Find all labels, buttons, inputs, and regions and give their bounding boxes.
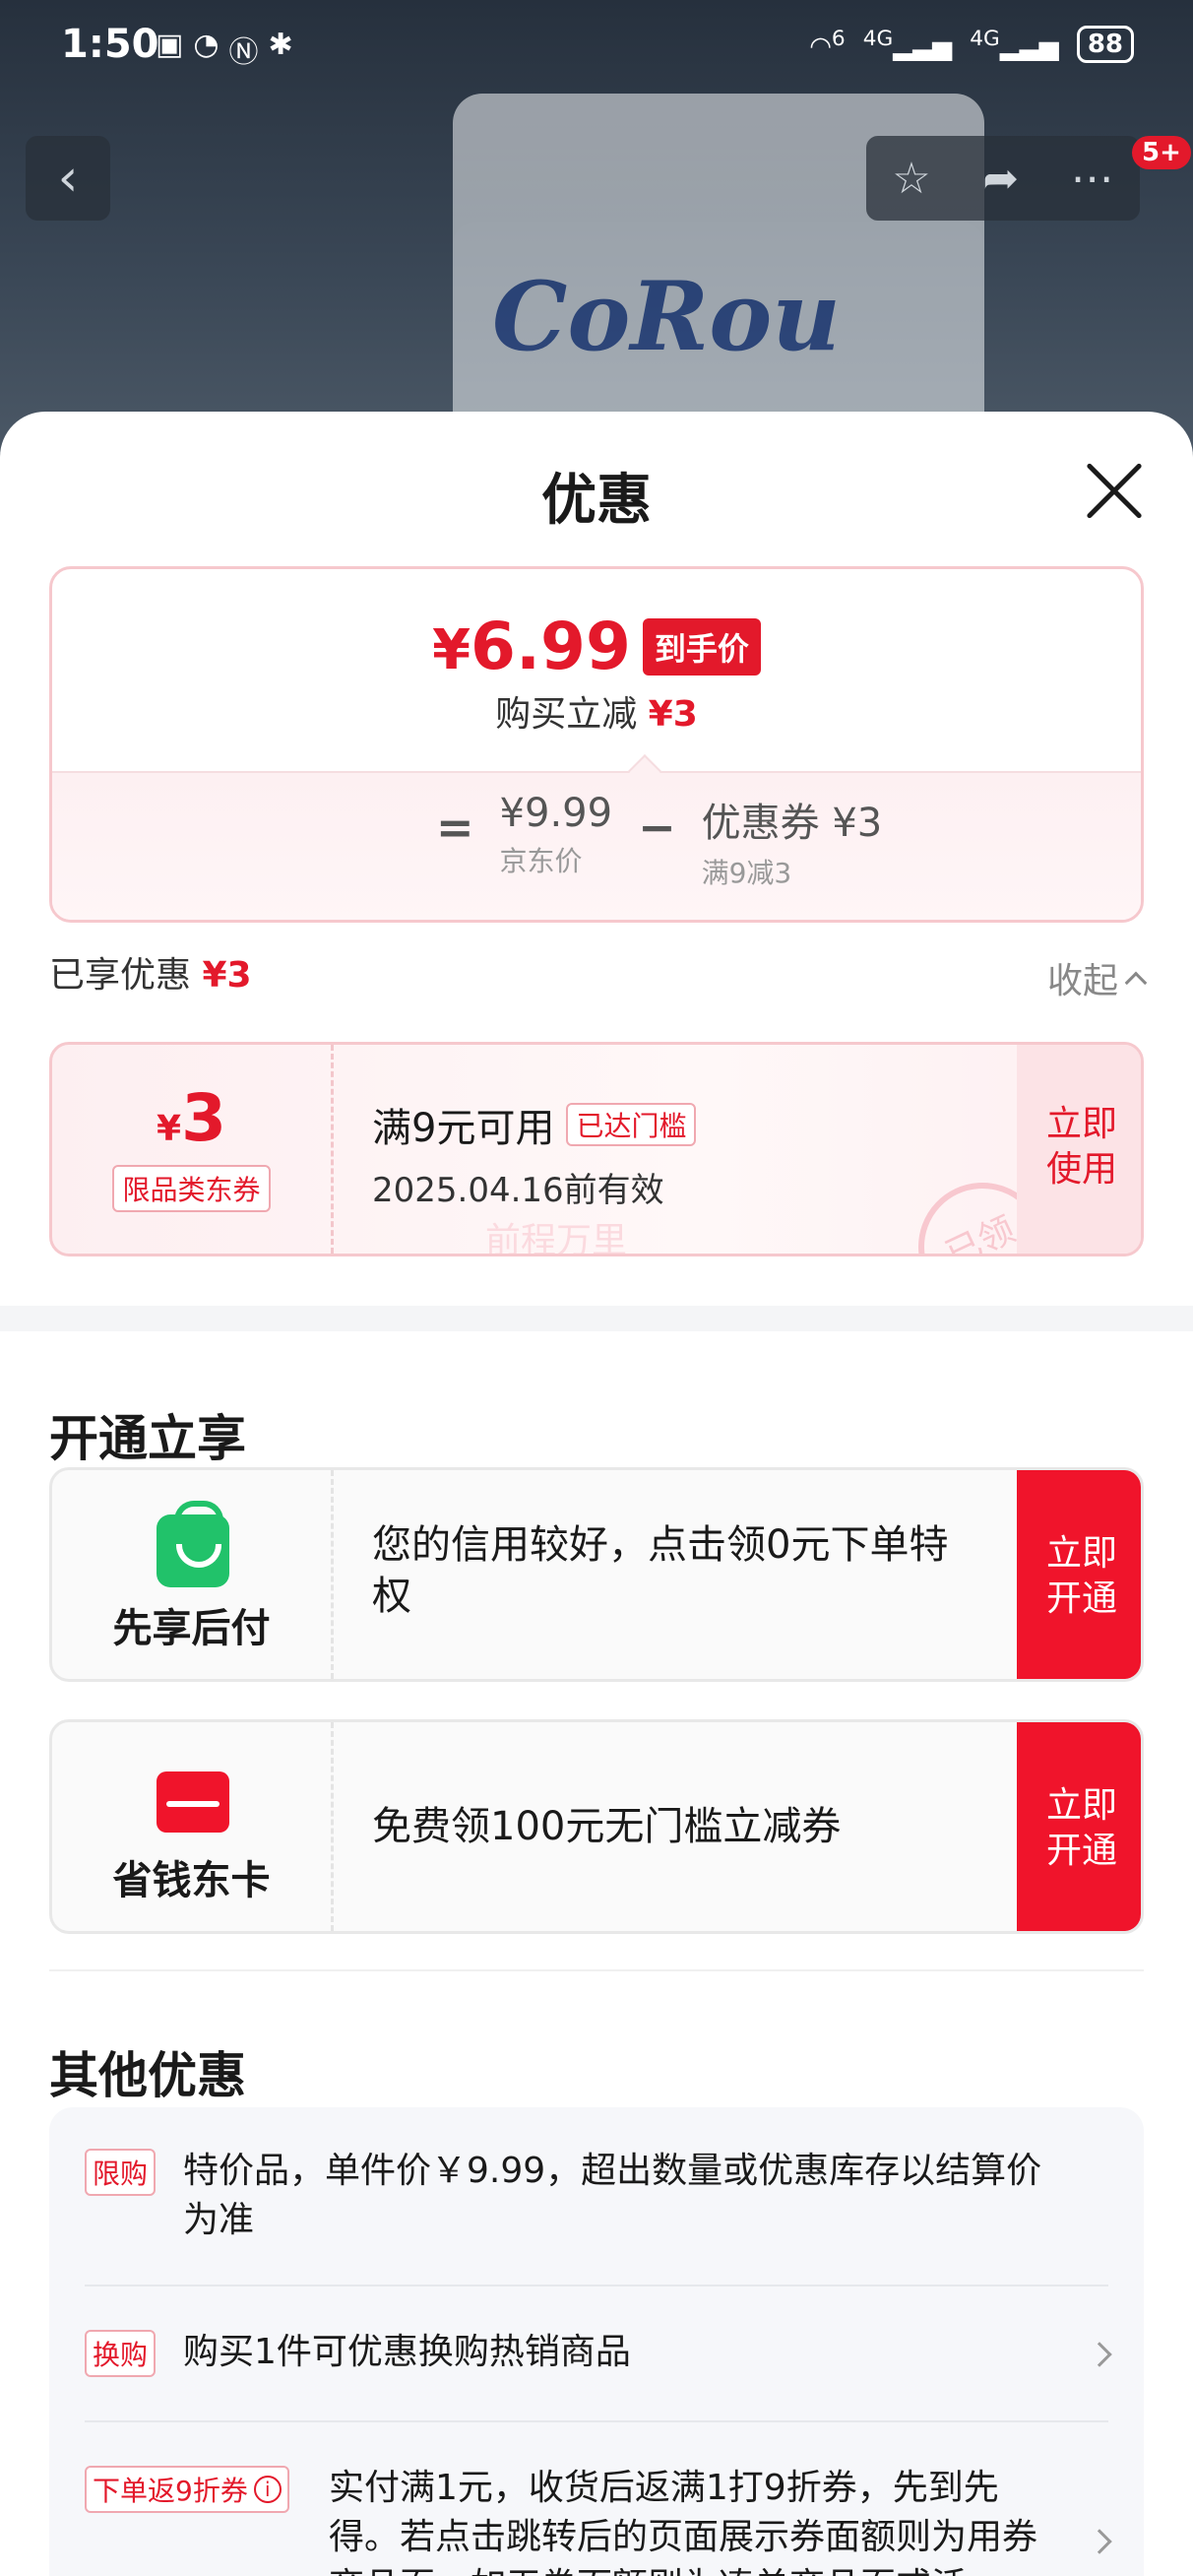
coupon-watermark: 前程万里 bbox=[485, 1221, 628, 1256]
coupon-deduction: 优惠券 ¥3 满9减3 bbox=[701, 801, 883, 889]
chevron-up-icon bbox=[1124, 971, 1148, 995]
perk-left: 先享后付 bbox=[52, 1470, 334, 1679]
coupon-condition: 满9元可用 已达门槛 bbox=[372, 1096, 697, 1153]
base-price: ¥9.99 京东价 bbox=[499, 791, 613, 877]
other-section-title: 其他优惠 bbox=[49, 2047, 246, 2104]
price-breakdown: = ¥9.99 京东价 − 优惠券 ¥3 满9减3 bbox=[52, 771, 1141, 920]
minus-sign: − bbox=[638, 801, 676, 854]
instant-discount: 购买立减 ¥3 bbox=[495, 694, 698, 735]
open-section-title: 开通立享 bbox=[49, 1410, 246, 1467]
price-summary-card: ¥6.99 到手价 购买立减 ¥3 = ¥9.99 京东价 − 优惠券 ¥3 满… bbox=[49, 566, 1144, 923]
enjoyed-row: 已享优惠 ¥3 收起 bbox=[49, 946, 1148, 1001]
battery-icon: 88 bbox=[1076, 26, 1134, 63]
perk-card-pay-later: 先享后付 您的信用较好，点击领0元下单特权 立即 开通 bbox=[49, 1467, 1144, 1682]
bluetooth-icon: ✱ bbox=[268, 28, 293, 62]
status-right: ◠6 4G▂▃▅ 4G▂▃▅ 88 bbox=[809, 26, 1134, 63]
section-divider bbox=[0, 1306, 1193, 1331]
close-icon[interactable] bbox=[1083, 459, 1146, 522]
signal-icon-2: 4G▂▃▅ bbox=[970, 27, 1059, 62]
offer-item-limit: 限购 特价品，单件价￥9.99，超出数量或优惠库存以结算价为准 bbox=[85, 2147, 1108, 2245]
coupon-amount: ¥3 bbox=[157, 1080, 226, 1156]
offer-item-return-coupon[interactable]: 下单返9折券 i 实付满1元，收货后返满1打9折券，先到先得。若点击跳转后的页面展… bbox=[85, 2464, 1112, 2576]
equals-sign: = bbox=[436, 801, 474, 854]
price-calc: = ¥9.99 京东价 − 优惠券 ¥3 满9减3 bbox=[436, 791, 882, 891]
sheet-title: 优惠 bbox=[541, 469, 652, 533]
perk-name: 先享后付 bbox=[112, 1606, 271, 1651]
speed-icon: ◔ bbox=[193, 28, 220, 62]
star-icon[interactable]: ☆ bbox=[892, 154, 930, 204]
open-savings-card-button[interactable]: 立即 开通 bbox=[1017, 1722, 1141, 1931]
info-icon[interactable]: i bbox=[253, 2476, 282, 2503]
offer-item-exchange[interactable]: 换购 购买1件可优惠换购热销商品 bbox=[85, 2328, 1112, 2377]
offer-separator bbox=[85, 2285, 1108, 2286]
more-icon[interactable]: ⋯ bbox=[1071, 154, 1114, 204]
final-price-line: ¥6.99 到手价 bbox=[52, 609, 1141, 684]
status-time: 1:50 bbox=[61, 22, 159, 67]
card-icon bbox=[157, 1771, 229, 1833]
offer-separator bbox=[85, 2420, 1108, 2422]
other-offers-panel: 限购 特价品，单件价￥9.99，超出数量或优惠库存以结算价为准 换购 购买1件可… bbox=[49, 2107, 1144, 2576]
perk-left: 省钱东卡 bbox=[52, 1722, 334, 1931]
wifi-icon: ◠6 bbox=[809, 27, 846, 62]
enjoyed-label: 已享优惠 ¥3 bbox=[49, 955, 252, 996]
use-coupon-button[interactable]: 立即 使用 bbox=[1017, 1045, 1141, 1254]
offer-text: 购买1件可优惠换购热销商品 bbox=[183, 2332, 631, 2372]
discount-sheet: 优惠 ¥6.99 到手价 购买立减 ¥3 = ¥9.99 京东价 − 优惠券 ¥… bbox=[0, 412, 1193, 2576]
product-logo: CoRou bbox=[492, 261, 842, 372]
perk-text: 免费领100元无门槛立减券 bbox=[372, 1804, 842, 1849]
shopping-bag-icon bbox=[157, 1501, 229, 1587]
coupon-card: ¥3 限品类东券 满9元可用 已达门槛 2025.04.16前有效 前程万里 已领… bbox=[49, 1042, 1144, 1256]
signal-icon-1: 4G▂▃▅ bbox=[862, 27, 953, 62]
status-bar: 1:50 ▣ ◔ Ⓝ ✱ ◠6 4G▂▃▅ 4G▂▃▅ 88 bbox=[0, 0, 1193, 98]
perk-text: 您的信用较好，点击领0元下单特权 bbox=[372, 1522, 949, 1619]
coupon-amount-area: ¥3 限品类东券 bbox=[52, 1045, 334, 1254]
offer-tag: 换购 bbox=[85, 2330, 157, 2377]
perk-name: 省钱东卡 bbox=[112, 1858, 271, 1903]
perk-card-savings: 省钱东卡 免费领100元无门槛立减券 立即 开通 bbox=[49, 1719, 1144, 1934]
top-actions: ☆ ➦ ⋯ bbox=[866, 136, 1140, 221]
final-price-tag: 到手价 bbox=[642, 617, 761, 676]
chevron-left-icon: ‹ bbox=[57, 149, 79, 208]
divider-line bbox=[49, 1969, 1144, 1971]
calendar-icon: ▣ bbox=[156, 28, 184, 62]
offer-tag: 下单返9折券 i bbox=[85, 2466, 289, 2513]
share-icon[interactable]: ➦ bbox=[982, 154, 1019, 204]
offer-text: 特价品，单件价￥9.99，超出数量或优惠库存以结算价为准 bbox=[183, 2151, 1042, 2240]
price-top: ¥6.99 到手价 购买立减 ¥3 bbox=[52, 569, 1141, 771]
back-button[interactable]: ‹ bbox=[26, 136, 110, 221]
nfc-icon: Ⓝ bbox=[228, 35, 259, 70]
status-app-icons: ▣ ◔ Ⓝ ✱ bbox=[156, 28, 293, 71]
coupon-details: 满9元可用 已达门槛 2025.04.16前有效 bbox=[372, 1096, 697, 1211]
threshold-reached-badge: 已达门槛 bbox=[566, 1103, 697, 1146]
coupon-expiry: 2025.04.16前有效 bbox=[372, 1171, 664, 1210]
message-badge: 5+ bbox=[1132, 136, 1191, 169]
final-price: ¥6.99 bbox=[432, 609, 631, 684]
open-pay-later-button[interactable]: 立即 开通 bbox=[1017, 1470, 1141, 1679]
offer-tag: 限购 bbox=[85, 2149, 157, 2196]
collapse-button[interactable]: 收起 bbox=[1047, 952, 1148, 1003]
coupon-type: 限品类东券 bbox=[112, 1165, 271, 1212]
